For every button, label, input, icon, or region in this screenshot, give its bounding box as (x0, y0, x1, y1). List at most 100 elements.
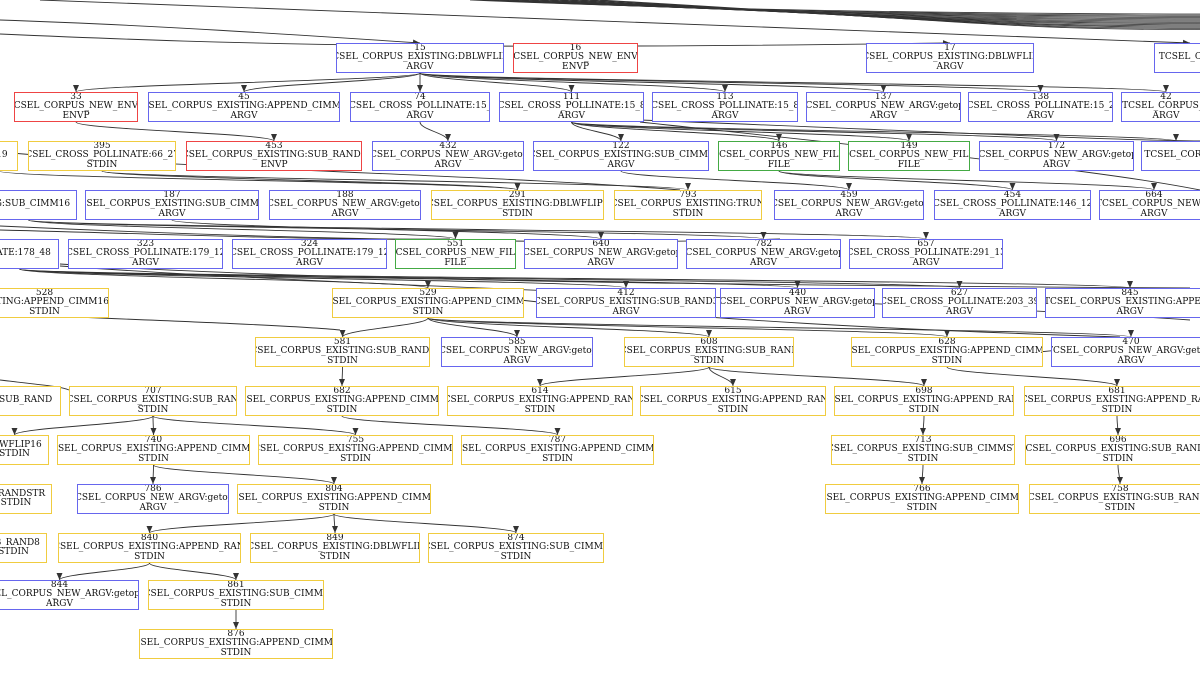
node-input-kind: ARGV (503, 355, 531, 366)
node-input-kind: ARGV (612, 306, 640, 317)
graph-edge (339, 317, 429, 338)
graph-edge (73, 72, 421, 93)
graph-node: 657 TCSEL_CROSS_POLLINATE:291_133 ARGV (849, 239, 1003, 269)
node-input-kind: ARGV (784, 306, 811, 317)
graph-node: 840TCSEL_CORPUS_EXISTING:APPEND_RANDSTDI… (58, 533, 241, 563)
graph-edge (1116, 464, 1123, 485)
node-input-kind: STDIN (693, 355, 725, 366)
node-label: TCSEL_CORP (1144, 150, 1200, 161)
graph-node: 874TCSEL_CORPUS_EXISTING:SUB_CIMM64STDIN (428, 533, 604, 563)
node-label: NG:SUB_CIMM16 (0, 199, 71, 210)
graph-node: 45TCSEL_CORPUS_EXISTING:APPEND_CIMM16ARG… (148, 92, 340, 122)
graph-node: 395TCSEL_CROSS_POLLINATE:66_277STDIN (28, 141, 176, 171)
node-input-kind: STDIN (220, 598, 252, 609)
node-input-kind: ARGV (946, 306, 973, 317)
graph-node: 608TCSEL_CORPUS_EXISTING:SUB_RAND8STDIN (624, 337, 794, 367)
graph-edge (0, 170, 521, 191)
graph-node: 861TCSEL_CORPUS_EXISTING:SUB_CIMM64STDIN (148, 580, 324, 610)
graph-node: 581TCSEL_CORPUS_EXISTING:SUB_RAND16STDIN (255, 337, 430, 367)
graph-edge (331, 513, 338, 534)
graph-node: 766TCSEL_CORPUS_EXISTING:APPEND_CIMM16ST… (825, 484, 1019, 514)
node-input-kind: STDIN (134, 551, 165, 562)
graph-node: 529TCSEL_CORPUS_EXISTING:APPEND_CIMM16ST… (332, 288, 524, 318)
graph-node: 138 TCSEL_CROSS_POLLINATE:15_27 ARGV (968, 92, 1113, 122)
graph-node: UB_RAND8STDIN (0, 533, 47, 563)
graph-node: 845 TCSEL_CORPUS_EXISTING:APPEND ARGV (1045, 288, 1200, 318)
node-input-kind: ARGV (870, 110, 897, 121)
graph-node: 844TCSEL_CORPUS_NEW_ARGV:getoptARGV (0, 580, 139, 610)
node-input-kind: STDIN (220, 647, 252, 658)
graph-node: BLWFLIP16STDIN (0, 435, 49, 465)
graph-node: 440 TCSEL_CORPUS_NEW_ARGV:getopt ARGV (720, 288, 875, 318)
graph-node: 17TCSEL_CORPUS_EXISTING:DBLWFLIP8ARGV (866, 43, 1034, 73)
graph-edge (946, 366, 1120, 387)
node-input-kind: STDIN (137, 404, 169, 415)
graph-edge (150, 415, 157, 436)
node-input-kind: ARGV (406, 61, 434, 72)
node-input-kind: ARGV (158, 208, 186, 219)
graph-edge (153, 464, 337, 485)
graph-edge (708, 366, 927, 387)
node-input-kind: STDIN (717, 404, 749, 415)
node-input-kind: ARGV (558, 110, 585, 121)
graph-node: 453TCSEL_CORPUS_EXISTING:SUB_RAND16ENVP (186, 141, 362, 171)
node-input-kind: STDIN (524, 404, 556, 415)
graph-node: 664TCSEL_CORPUS_NEW_AARGV (1099, 190, 1200, 220)
node-input-kind: ARGV (139, 502, 167, 513)
graph-node: 786 TCSEL_CORPUS_NEW_ARGV:getopt ARGV (77, 484, 229, 514)
node-input-kind: ARGV (912, 257, 940, 268)
node-input-kind: ARGV (1043, 159, 1070, 170)
node-input-kind: STDIN (319, 551, 351, 562)
graph-node: 324 TCSEL_CROSS_POLLINATE:179_121 ARGV (232, 239, 387, 269)
graph-edge (28, 219, 929, 240)
graph-node: B_RANDSTRSTDIN (0, 484, 52, 514)
graph-edge (146, 513, 335, 534)
node-input-kind: ARGV (296, 257, 323, 268)
node-input-kind: FILE (444, 257, 467, 268)
node-input-kind: ARGV (1116, 306, 1144, 317)
graph-edge (101, 170, 521, 191)
node-input-kind: ENVP (260, 159, 288, 170)
graph-node: 323 TCSEL_CROSS_POLLINATE:179_121 ARGV (68, 239, 223, 269)
node-input-kind: ARGV (607, 159, 635, 170)
node-input-kind: FILE (897, 159, 921, 170)
node-input-kind: STDIN (906, 502, 938, 513)
graph-node: 696TCSEL_CORPUS_EXISTING:SUB_RANDSTSTDIN (1025, 435, 1200, 465)
node-input-kind: STDIN (907, 453, 939, 464)
graph-node: 758TCSEL_CORPUS_EXISTING:SUB_RAND32STDIN (1029, 484, 1200, 514)
graph-node: 412 TCSEL_CORPUS_EXISTING:SUB_RAND32 ARGV (536, 288, 716, 318)
node-input-kind: ENVP (62, 110, 90, 121)
graph-node: 551 TCSEL_CORPUS_NEW_FILE FILE (395, 239, 516, 269)
node-input-kind: STDIN (138, 453, 169, 464)
node-label: G:SUB_RAND (0, 395, 53, 406)
node-input-kind: STDIN (1102, 453, 1134, 464)
graph-node: 149 TCSEL_CORPUS_NEW_FILE FILE (848, 141, 970, 171)
graph-edge (419, 72, 1169, 93)
graph-node: 615 TCSEL_CORPUS_EXISTING:APPEND_RAND STDI… (640, 386, 826, 416)
graph-node: 585 TCSEL_CORPUS_NEW_ARGV:getopt ARGV (441, 337, 593, 367)
graph-node: 707 TCSEL_CORPUS_EXISTING:SUB_RAND STDIN (69, 386, 237, 416)
node-input-kind: ARGV (230, 110, 258, 121)
graph-node: 454 TCSEL_CROSS_POLLINATE:146_125 ARGV (934, 190, 1091, 220)
graph-edge (341, 415, 561, 436)
node-input-kind: STDIN (318, 502, 350, 513)
graph-node: 146 TCSEL_CORPUS_NEW_FILE FILE (718, 141, 840, 171)
node-input-kind: ARGV (1117, 355, 1145, 366)
graph-node: 740TCSEL_CORPUS_EXISTING:APPEND_CIMM64ST… (57, 435, 250, 465)
node-input-kind: STDIN (327, 355, 358, 366)
graph-node: 640 TCSEL_CORPUS_NEW_ARGV:getopt ARGV (524, 239, 678, 269)
graph-node: 74 TCSEL_CROSS_POLLINATE:15_2 ARGV (350, 92, 490, 122)
graph-node: TCSEL_CO (1154, 43, 1200, 73)
graph-node: 614 TCSEL_CORPUS_EXISTING:APPEND_RAND STDI… (447, 386, 633, 416)
graph-edge (920, 415, 927, 436)
node-input-kind: STDIN (500, 551, 532, 562)
graph-edge (339, 366, 346, 387)
graph-node: 33 TCSEL_CORPUS_NEW_ENVP ENVP (14, 92, 138, 122)
graph-canvas: 15TCSEL_CORPUS_EXISTING:DBLWFLIP8ARGV 16T… (0, 0, 1200, 682)
graph-node: 849 TCSEL_CORPUS_EXISTING:DBLWFLIP8 STDIN (250, 533, 420, 563)
graph-node: 876TCSEL_CORPUS_EXISTING:APPEND_CIMM32ST… (139, 629, 333, 659)
graph-node: 470TCSEL_CORPUS_NEW_ARGV:getoptARGV (1051, 337, 1200, 367)
graph-edge (427, 317, 950, 338)
node-input-kind: STDIN (1101, 404, 1133, 415)
graph-node: 187TCSEL_CORPUS_EXISTING:SUB_CIMM16ARGV (85, 190, 259, 220)
